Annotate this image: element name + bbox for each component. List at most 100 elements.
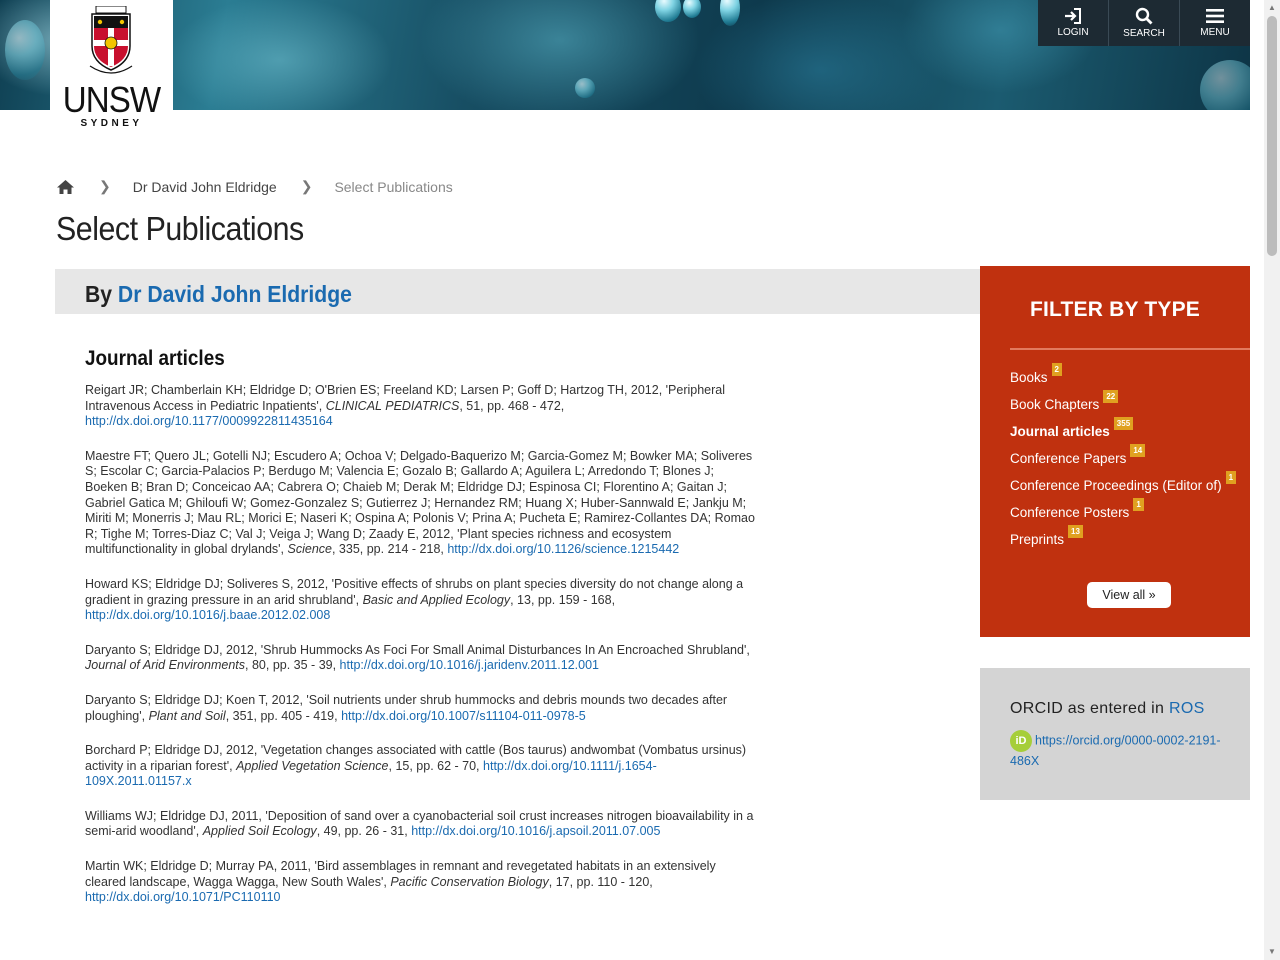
publication-doi-link[interactable]: http://dx.doi.org/10.1126/science.121544… bbox=[447, 542, 679, 556]
unsw-crest-icon bbox=[89, 6, 133, 74]
filter-item-label[interactable]: Preprints bbox=[1010, 529, 1064, 547]
hamburger-menu-icon bbox=[1206, 9, 1224, 23]
page-scrollbar[interactable]: ▲ ▼ bbox=[1264, 0, 1280, 960]
publication-journal: Applied Vegetation Science bbox=[236, 758, 389, 773]
login-label: LOGIN bbox=[1057, 27, 1089, 38]
filter-item-conference-posters[interactable]: Conference Posters 1 bbox=[1010, 498, 1236, 529]
publication-item: Maestre FT; Quero JL; Gotelli NJ; Escude… bbox=[85, 449, 757, 558]
publication-item: Howard KS; Eldridge DJ; Soliveres S, 201… bbox=[85, 577, 757, 624]
breadcrumb: ❯ Dr David John Eldridge ❯ Select Public… bbox=[56, 178, 453, 195]
login-button[interactable]: LOGIN bbox=[1038, 0, 1108, 46]
chevron-right-icon: ❯ bbox=[99, 178, 111, 194]
filter-panel: FILTER BY TYPE Books 2 Book Chapters 22 Jo… bbox=[980, 266, 1250, 637]
publication-citation: Maestre FT; Quero JL; Gotelli NJ; Escude… bbox=[85, 448, 755, 557]
search-button[interactable]: SEARCH bbox=[1108, 0, 1179, 46]
count-badge: 22 bbox=[1103, 390, 1119, 403]
filter-title: FILTER BY TYPE bbox=[1029, 298, 1201, 321]
orcid-icon: iD bbox=[1010, 730, 1032, 752]
section-title: Journal articles bbox=[85, 347, 225, 370]
logo-wordmark: UNSW bbox=[62, 79, 161, 120]
publication-journal: Applied Soil Ecology bbox=[202, 824, 317, 839]
publication-doi-link[interactable]: http://dx.doi.org/10.1007/s11104-011-097… bbox=[341, 709, 586, 723]
publication-details: , 13, pp. 159 - 168, bbox=[510, 592, 616, 607]
publication-details: , 351, pp. 405 - 419, bbox=[225, 708, 342, 723]
count-badge: 2 bbox=[1051, 363, 1062, 376]
publication-doi-link[interactable]: http://dx.doi.org/10.1016/j.baae.2012.02… bbox=[85, 608, 330, 622]
breadcrumb-current: Select Publications bbox=[334, 178, 453, 195]
publication-citation: Daryanto S; Eldridge DJ, 2012, 'Shrub Hu… bbox=[85, 642, 750, 657]
login-icon bbox=[1065, 8, 1081, 24]
orcid-heading: ORCID as entered in ROS bbox=[1010, 700, 1205, 718]
filter-divider bbox=[1010, 348, 1250, 350]
publication-item: Borchard P; Eldridge DJ, 2012, 'Vegetati… bbox=[85, 743, 757, 790]
menu-label: MENU bbox=[1200, 27, 1230, 38]
author-link[interactable]: Dr David John Eldridge bbox=[118, 281, 352, 307]
unsw-logo[interactable]: UNSW SYDNEY bbox=[50, 0, 173, 133]
scrollbar-thumb[interactable] bbox=[1267, 16, 1277, 256]
publication-doi-link[interactable]: http://dx.doi.org/10.1016/j.jaridenv.201… bbox=[340, 658, 599, 672]
publication-details: , 51, pp. 468 - 472, bbox=[459, 398, 565, 413]
filter-item-preprints[interactable]: Preprints 13 bbox=[1010, 525, 1236, 556]
publication-list: Reigart JR; Chamberlain KH; Eldridge D; … bbox=[85, 383, 757, 925]
banner-decoration bbox=[575, 78, 595, 98]
publication-item: Martin WK; Eldridge D; Murray PA, 2011, … bbox=[85, 859, 757, 906]
orcid-panel: ORCID as entered in ROS iD https://orcid.… bbox=[980, 668, 1250, 800]
scroll-down-arrow-icon[interactable]: ▼ bbox=[1264, 944, 1280, 960]
publication-journal: Basic and Applied Ecology bbox=[362, 592, 511, 607]
filter-list: Books 2 Book Chapters 22 Journal articles 3… bbox=[1010, 363, 1237, 556]
publication-details: , 49, pp. 26 - 31, bbox=[316, 824, 412, 839]
publication-details: , 15, pp. 62 - 70, bbox=[388, 758, 484, 773]
filter-item-label[interactable]: Conference Proceedings (Editor of) bbox=[1010, 475, 1222, 493]
filter-item-conference-papers[interactable]: Conference Papers 14 bbox=[1010, 444, 1236, 475]
publication-doi-link[interactable]: http://dx.doi.org/10.1177/00099228114351… bbox=[85, 414, 333, 428]
count-badge: 355 bbox=[1113, 417, 1134, 430]
publication-details: , 80, pp. 35 - 39, bbox=[245, 658, 340, 673]
filter-item-label[interactable]: Book Chapters bbox=[1010, 394, 1099, 412]
orcid-link-row: iD https://orcid.org/0000-0002-2191-486X bbox=[1010, 730, 1245, 771]
publication-journal: CLINICAL PEDIATRICS bbox=[325, 398, 460, 413]
publication-details: , 335, pp. 214 - 218, bbox=[331, 542, 448, 557]
author-heading: By Dr David John Eldridge bbox=[85, 281, 352, 308]
count-badge: 1 bbox=[1133, 498, 1144, 511]
top-navigation: LOGIN SEARCH MENU bbox=[1038, 0, 1250, 46]
search-icon bbox=[1135, 7, 1153, 25]
banner-decoration bbox=[683, 0, 701, 18]
filter-item-label[interactable]: Conference Papers bbox=[1010, 448, 1126, 466]
publication-doi-link[interactable]: http://dx.doi.org/10.1016/j.apsoil.2011.… bbox=[411, 824, 660, 838]
page-title: Select Publications bbox=[56, 210, 304, 247]
search-label: SEARCH bbox=[1123, 28, 1165, 39]
publication-journal: Journal of Arid Environments bbox=[85, 658, 246, 673]
publication-journal: Pacific Conservation Biology bbox=[390, 874, 549, 889]
author-bar: By Dr David John Eldridge bbox=[55, 269, 980, 314]
banner-decoration bbox=[5, 20, 45, 80]
publication-item: Daryanto S; Eldridge DJ, 2012, 'Shrub Hu… bbox=[85, 643, 757, 674]
publication-journal: Plant and Soil bbox=[148, 708, 226, 723]
logo-subtext: SYDNEY bbox=[80, 118, 143, 129]
filter-item-label[interactable]: Books bbox=[1010, 367, 1048, 385]
breadcrumb-link-profile[interactable]: Dr David John Eldridge bbox=[133, 179, 277, 195]
banner-decoration bbox=[720, 0, 740, 26]
publication-item: Williams WJ; Eldridge DJ, 2011, 'Deposit… bbox=[85, 809, 757, 840]
publication-doi-link[interactable]: http://dx.doi.org/10.1071/PC110110 bbox=[85, 890, 281, 904]
publication-journal: Science bbox=[287, 542, 332, 557]
scroll-up-arrow-icon[interactable]: ▲ bbox=[1264, 0, 1280, 16]
menu-button[interactable]: MENU bbox=[1179, 0, 1250, 46]
count-badge: 13 bbox=[1068, 525, 1083, 538]
filter-item-books[interactable]: Books 2 bbox=[1010, 363, 1236, 394]
ros-link[interactable]: ROS bbox=[1169, 700, 1205, 717]
author-prefix: By bbox=[85, 281, 113, 307]
filter-item-journal-articles[interactable]: Journal articles 355 bbox=[1010, 417, 1236, 448]
orcid-heading-text: ORCID as entered in bbox=[1010, 700, 1165, 717]
count-badge: 14 bbox=[1130, 444, 1146, 457]
home-icon[interactable] bbox=[56, 179, 75, 195]
publication-item: Reigart JR; Chamberlain KH; Eldridge D; … bbox=[85, 383, 757, 430]
count-badge: 1 bbox=[1225, 471, 1237, 484]
chevron-right-icon: ❯ bbox=[300, 178, 313, 194]
banner-decoration bbox=[1200, 60, 1250, 110]
view-all-button[interactable]: View all » bbox=[1087, 582, 1171, 608]
filter-item-conference-proceedings[interactable]: Conference Proceedings (Editor of) 1 bbox=[1010, 471, 1237, 502]
filter-item-label[interactable]: Journal articles bbox=[1010, 421, 1110, 439]
orcid-url-link[interactable]: https://orcid.org/0000-0002-2191-486X bbox=[1010, 733, 1221, 768]
filter-item-label[interactable]: Conference Posters bbox=[1010, 502, 1129, 520]
publication-details: , 17, pp. 110 - 120, bbox=[548, 874, 653, 889]
